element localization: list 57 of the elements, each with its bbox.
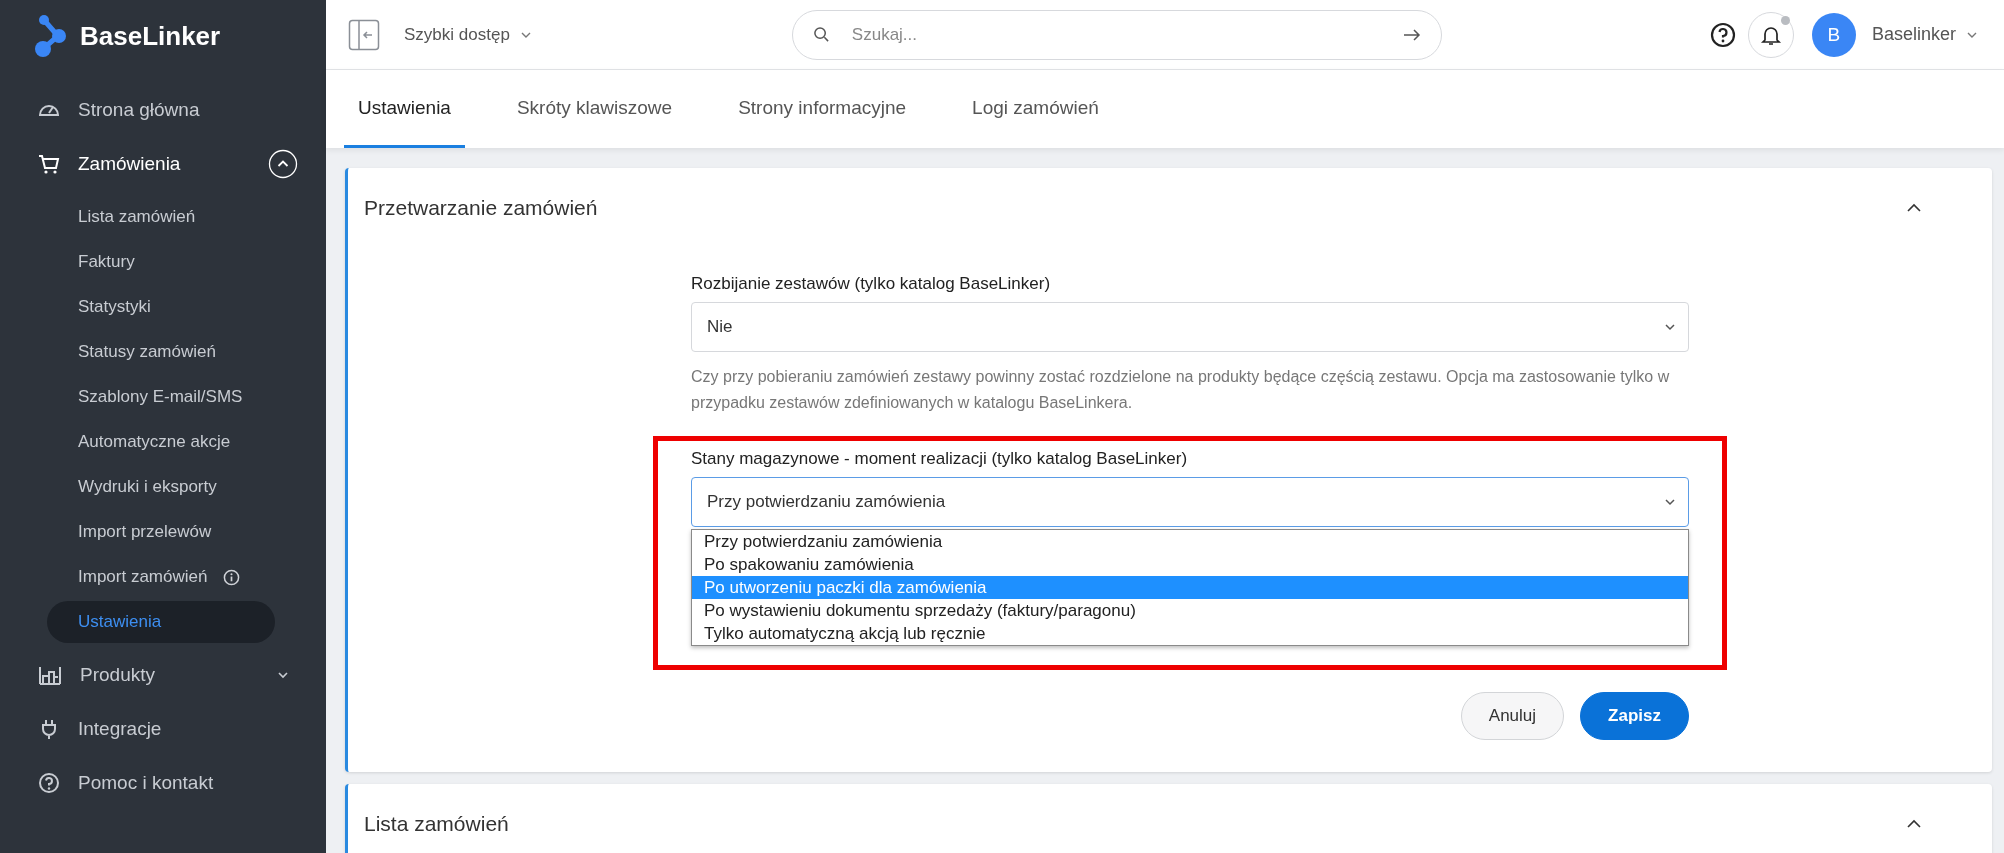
nav-item[interactable]: Zamówienia (0, 142, 326, 186)
select-field[interactable]: Przy potwierdzaniu zamówienia (691, 477, 1689, 527)
help-icon (38, 772, 60, 794)
tab[interactable]: Skróty klawiszowe (502, 70, 687, 148)
chevron-up-icon[interactable] (1906, 819, 1922, 829)
arrow-right-icon[interactable] (1402, 27, 1421, 42)
submenu-item[interactable]: Import zamówień (47, 556, 275, 598)
tab[interactable]: Strony informacyjne (724, 70, 921, 148)
search-icon (812, 26, 830, 43)
submenu-item[interactable]: Szablony E-mail/SMS (47, 376, 275, 418)
chevron-down-icon (519, 30, 532, 39)
dropdown-option[interactable]: Po spakowaniu zamówienia (692, 553, 1688, 576)
cancel-button[interactable]: Anuluj (1460, 692, 1565, 740)
submenu-item[interactable]: Statystyki (47, 286, 275, 328)
dropdown-option[interactable]: Przy potwierdzaniu zamówienia (692, 530, 1688, 553)
chevron-up-icon[interactable] (1906, 203, 1922, 213)
nav-label: Strona główna (78, 99, 201, 121)
submenu-item[interactable]: Automatyczne akcje (47, 421, 275, 463)
submenu-item[interactable]: Lista zamówień (47, 196, 275, 238)
quick-access-button[interactable]: Szybki dostęp (400, 20, 536, 49)
user-menu-button[interactable]: Baselinker (1867, 20, 1982, 49)
logo-text: BaseLinker (80, 20, 221, 52)
field-label: Stany magazynowe - moment realizacji (tylko katalog BaseLinker) (691, 449, 1189, 469)
chevron-down-icon (1664, 323, 1676, 331)
collapse-icon[interactable] (268, 149, 298, 179)
sidebar-toggle-icon[interactable] (348, 18, 380, 51)
nav-label: Zamówienia (78, 153, 182, 175)
submenu-item[interactable]: Import przelewów (47, 511, 275, 553)
select-field[interactable]: Nie (691, 302, 1689, 352)
submenu-item[interactable]: Wydruki i eksporty (47, 466, 275, 508)
card-title: Lista zamówień (364, 812, 509, 836)
avatar[interactable]: B (1811, 12, 1856, 57)
card-title: Przetwarzanie zamówień (364, 196, 598, 220)
dropdown-option[interactable]: Po wystawieniu dokumentu sprzedaży (faktury/paragonu) (692, 599, 1688, 622)
submenu-item[interactable]: Statusy zamówień (47, 331, 275, 373)
chevron-down-icon (1966, 30, 1978, 39)
dropdown-option[interactable]: Tylko automatyczną akcją lub ręcznie (692, 622, 1688, 645)
help-icon[interactable] (1709, 21, 1736, 48)
tab[interactable]: Ustawienia (344, 70, 465, 148)
nav-label: Produkty (80, 664, 156, 686)
nav-item[interactable]: Pomoc i kontakt (0, 761, 326, 805)
cart-icon (38, 153, 60, 175)
chevron-down-icon (1664, 498, 1676, 506)
help-text: Czy przy pobieraniu zamówień zestawy powinny zostać rozdzielone na produkty będące częścią zestawu. Opcja ma zastosowanie tylko w przypadku zestawów zdefiniowanych w katalogu BaseLinkera. (691, 367, 1671, 413)
submenu-item[interactable]: Faktury (47, 241, 275, 283)
nav-item[interactable]: Produkty (0, 653, 326, 697)
tab[interactable]: Logi zamówień (958, 70, 1113, 148)
chevron-down-icon[interactable] (276, 670, 290, 680)
nav-label: Integracje (78, 718, 163, 740)
submenu-item[interactable]: Ustawienia (47, 601, 275, 643)
warehouse-icon (38, 664, 62, 686)
info-icon[interactable] (223, 568, 241, 586)
field-label: Rozbijanie zestawów (tylko katalog BaseLinker) (691, 274, 1052, 294)
nav-item[interactable]: Integracje (0, 707, 326, 751)
nav-label: Pomoc i kontakt (78, 772, 215, 794)
nav-item[interactable]: Strona główna (0, 88, 326, 132)
save-button[interactable]: Zapisz (1580, 692, 1689, 740)
